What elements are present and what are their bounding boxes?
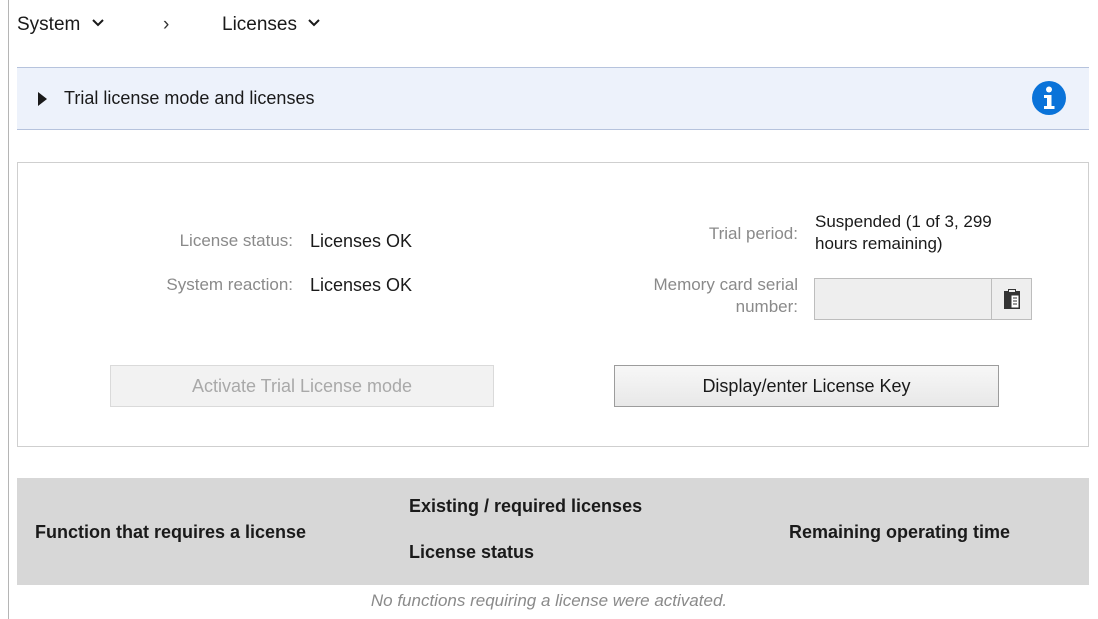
breadcrumb-system-label: System (17, 14, 81, 35)
trial-period-value-line1: Suspended (1 of 3, 299 (815, 212, 992, 231)
license-status-label: License status: (179, 231, 293, 250)
memory-card-serial-field (814, 278, 1032, 320)
chevron-down-icon (91, 19, 104, 27)
copy-serial-button[interactable] (991, 279, 1031, 319)
breadcrumb-system[interactable]: System (17, 14, 104, 36)
breadcrumb-separator: › (163, 14, 170, 35)
memory-card-serial-input[interactable] (815, 279, 989, 319)
system-reaction-value: Licenses OK (310, 275, 413, 295)
trial-period-value-line2: hours remaining) (815, 234, 943, 253)
empty-table-message: No functions requiring a license were ac… (370, 591, 728, 610)
display-license-key-button[interactable]: Display/enter License Key (614, 365, 999, 407)
col-header-existing-required: Existing / required licenses (409, 496, 643, 516)
expand-triangle-icon (38, 92, 47, 106)
col-header-remaining-time: Remaining operating time (789, 522, 1011, 542)
memory-card-label: Memory card serial number: (578, 274, 798, 318)
license-table-header: Function that requires a license Existin… (17, 478, 1089, 585)
clipboard-icon (1003, 289, 1020, 309)
col-header-function: Function that requires a license (35, 522, 307, 542)
trial-section-title: Trial license mode and licenses (64, 88, 315, 108)
left-frame-border (8, 0, 9, 619)
chevron-down-icon (308, 19, 320, 27)
info-icon[interactable] (1031, 80, 1067, 116)
trial-section-header[interactable]: Trial license mode and licenses (17, 67, 1089, 130)
system-reaction-label: System reaction: (166, 275, 293, 294)
memory-card-label-line2: number: (735, 297, 798, 316)
memory-card-label-line1: Memory card serial (653, 275, 798, 294)
breadcrumb-licenses[interactable]: Licenses (222, 14, 320, 36)
license-status-value: Licenses OK (310, 231, 413, 251)
breadcrumb-licenses-label: Licenses (222, 14, 297, 35)
col-header-license-status: License status (409, 542, 535, 562)
license-panel: License status: Licenses OK System react… (17, 162, 1089, 447)
trial-period-value: Suspended (1 of 3, 299 hours remaining) (815, 211, 992, 255)
activate-trial-license-button[interactable]: Activate Trial License mode (110, 365, 494, 407)
trial-period-label: Trial period: (708, 224, 798, 243)
